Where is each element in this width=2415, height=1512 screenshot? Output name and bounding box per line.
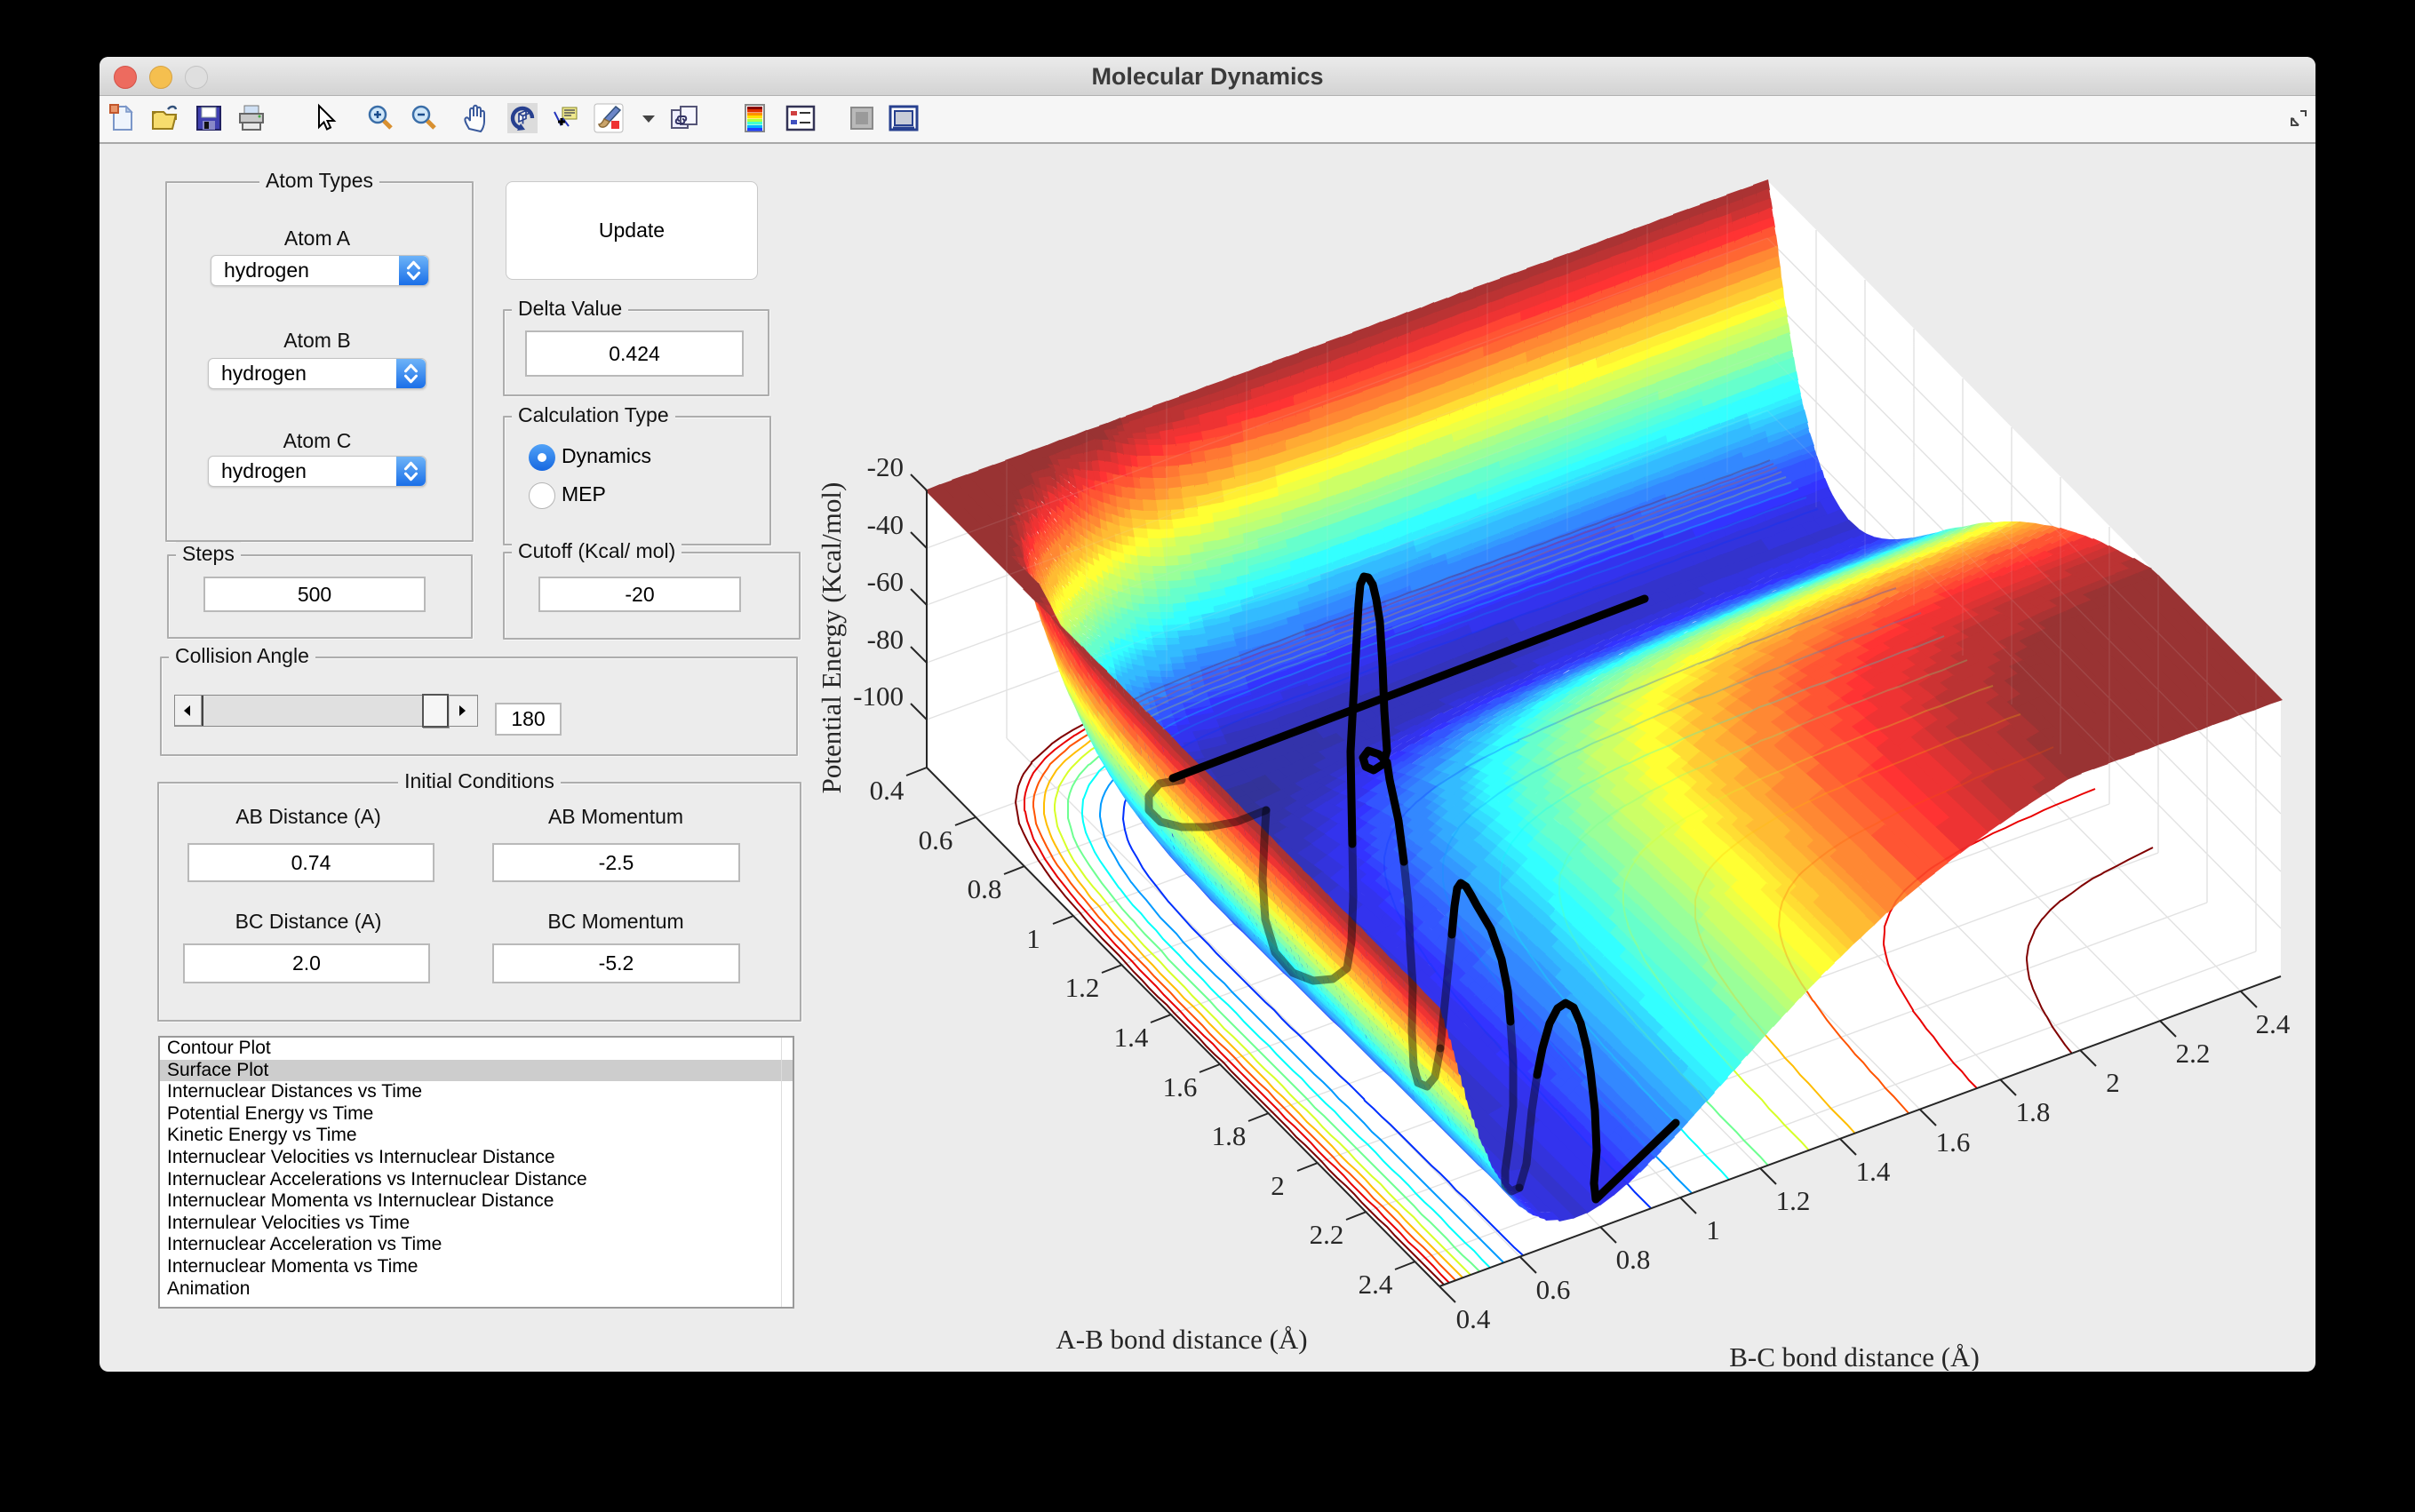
svg-text:-80: -80 [867,624,904,655]
svg-text:1.4: 1.4 [1856,1156,1891,1187]
svg-text:2: 2 [1271,1170,1285,1201]
svg-text:1.8: 1.8 [1212,1120,1247,1151]
svg-text:1: 1 [1026,923,1040,954]
svg-text:0.8: 0.8 [1616,1244,1651,1275]
svg-text:2.2: 2.2 [1310,1219,1344,1250]
svg-text:-100: -100 [853,680,904,712]
svg-text:1.2: 1.2 [1776,1185,1811,1216]
svg-text:1.6: 1.6 [1163,1071,1198,1102]
svg-text:0.4: 0.4 [870,775,905,806]
svg-text:2.4: 2.4 [1359,1269,1393,1300]
svg-text:1.6: 1.6 [1936,1126,1971,1158]
svg-text:-40: -40 [867,509,904,540]
svg-text:2: 2 [2106,1067,2120,1098]
svg-text:0.4: 0.4 [1456,1303,1491,1334]
svg-text:0.6: 0.6 [1536,1274,1571,1305]
svg-text:A-B bond distance (Å): A-B bond distance (Å) [1056,1324,1307,1355]
svg-text:2.2: 2.2 [2176,1038,2211,1069]
svg-text:1.8: 1.8 [2016,1096,2051,1127]
svg-text:B-C bond distance (Å): B-C bond distance (Å) [1729,1341,1980,1371]
svg-text:1.4: 1.4 [1114,1022,1149,1053]
svg-text:1.2: 1.2 [1065,972,1100,1003]
svg-text:1: 1 [1706,1214,1720,1245]
svg-text:Potential Energy (Kcal/mol): Potential Energy (Kcal/mol) [816,482,847,794]
svg-text:0.8: 0.8 [968,873,1002,904]
svg-text:0.6: 0.6 [919,824,953,855]
svg-text:-60: -60 [867,566,904,597]
svg-text:2.4: 2.4 [2256,1008,2291,1039]
svg-text:-20: -20 [867,451,904,482]
